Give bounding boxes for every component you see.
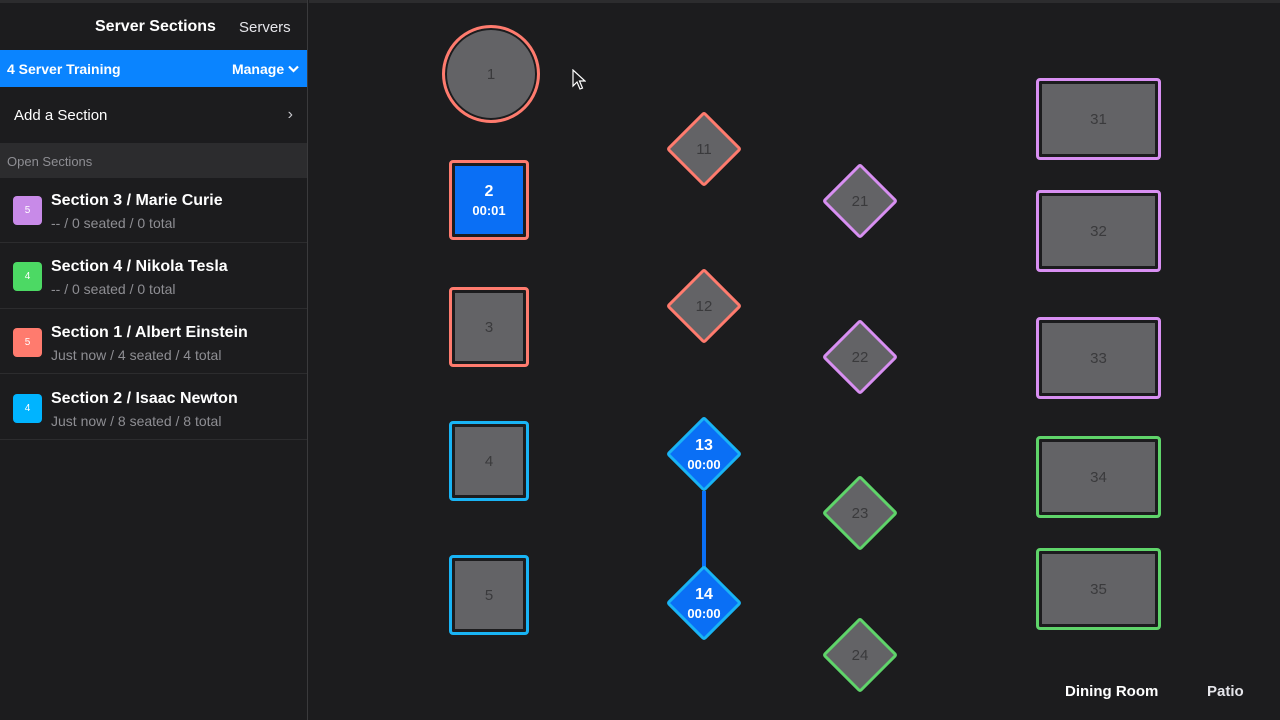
- section-row-1[interactable]: 5 Section 1 / Albert Einstein Just now /…: [0, 309, 307, 374]
- table-number: 3: [484, 318, 494, 336]
- section-status: Just now / 8 seated / 8 total: [51, 413, 222, 429]
- table-14[interactable]: 14 00:00: [665, 564, 743, 642]
- table-number: 11: [696, 140, 712, 158]
- table-2[interactable]: 2 00:01: [449, 160, 529, 240]
- section-row-3[interactable]: 5 Section 3 / Marie Curie -- / 0 seated …: [0, 178, 307, 243]
- table-32[interactable]: 32: [1036, 190, 1161, 272]
- table-number: 14: [695, 585, 713, 603]
- sidebar-title: Server Sections: [95, 18, 216, 35]
- table-timer: 00:00: [687, 456, 721, 472]
- table-3[interactable]: 3: [449, 287, 529, 367]
- add-section-label: Add a Section: [14, 107, 108, 124]
- table-number: 13: [695, 436, 713, 454]
- table-timer: 00:00: [687, 605, 721, 621]
- manage-dropdown-button[interactable]: Manage: [232, 61, 299, 77]
- section-status: -- / 0 seated / 0 total: [51, 281, 176, 297]
- tab-dining-room[interactable]: Dining Room: [1065, 683, 1158, 700]
- table-23[interactable]: 23: [821, 474, 899, 552]
- table-number: 2: [484, 182, 494, 200]
- table-21[interactable]: 21: [821, 162, 899, 240]
- table-number: 24: [851, 646, 869, 664]
- section-name: Section 1 / Albert Einstein: [51, 324, 248, 341]
- table-label: 14 00:00: [677, 576, 731, 630]
- table-33[interactable]: 33: [1036, 317, 1161, 399]
- section-name: Section 3 / Marie Curie: [51, 192, 223, 209]
- table-34[interactable]: 34: [1036, 436, 1161, 518]
- table-number: 1: [486, 65, 496, 83]
- table-24[interactable]: 24: [821, 616, 899, 694]
- section-name: Section 2 / Isaac Newton: [51, 390, 238, 407]
- table-timer: 00:01: [472, 202, 506, 218]
- table-11[interactable]: 11: [665, 110, 743, 188]
- table-31[interactable]: 31: [1036, 78, 1161, 160]
- table-number: 35: [1090, 580, 1107, 598]
- table-number: 31: [1090, 110, 1107, 128]
- servers-tab-button[interactable]: Servers: [239, 19, 291, 36]
- selected-layout-label: 4 Server Training: [7, 61, 121, 77]
- floor-plan: 1 2 00:01 3 4 5 11 12 13 00:00 14 00:00 21 …: [309, 0, 1280, 720]
- table-number: 22: [851, 348, 869, 366]
- table-1[interactable]: 1: [442, 25, 540, 123]
- section-badge: 4: [13, 262, 42, 291]
- chevron-down-icon: [288, 65, 299, 73]
- table-number: 23: [851, 504, 869, 522]
- table-number: 33: [1090, 349, 1107, 367]
- table-number: 4: [484, 452, 494, 470]
- table-5[interactable]: 5: [449, 555, 529, 635]
- table-number: 34: [1090, 468, 1107, 486]
- chevron-right-icon: ›: [287, 106, 293, 123]
- sidebar-header: Server Sections Servers: [0, 0, 307, 50]
- section-badge: 5: [13, 196, 42, 225]
- section-row-2[interactable]: 4 Section 2 / Isaac Newton Just now / 8 …: [0, 375, 307, 440]
- add-section-button[interactable]: Add a Section ›: [0, 87, 307, 143]
- selected-layout-row[interactable]: 4 Server Training Manage: [0, 50, 307, 87]
- table-4[interactable]: 4: [449, 421, 529, 501]
- table-12[interactable]: 12: [665, 267, 743, 345]
- table-number: 21: [851, 192, 869, 210]
- open-sections-header: Open Sections: [0, 143, 307, 178]
- table-number: 12: [695, 297, 713, 315]
- table-number: 32: [1090, 222, 1107, 240]
- table-22[interactable]: 22: [821, 318, 899, 396]
- section-name: Section 4 / Nikola Tesla: [51, 258, 228, 275]
- mouse-pointer-icon: [572, 69, 586, 90]
- table-label: 2 00:01: [449, 160, 529, 240]
- tab-patio[interactable]: Patio: [1207, 683, 1244, 700]
- section-badge: 5: [13, 328, 42, 357]
- section-badge: 4: [13, 394, 42, 423]
- server-sections-sidebar: Server Sections Servers 4 Server Trainin…: [0, 0, 308, 720]
- table-35[interactable]: 35: [1036, 548, 1161, 630]
- section-row-4[interactable]: 4 Section 4 / Nikola Tesla -- / 0 seated…: [0, 244, 307, 309]
- table-number: 5: [484, 586, 494, 604]
- table-label: 13 00:00: [677, 427, 731, 481]
- section-status: Just now / 4 seated / 4 total: [51, 347, 222, 363]
- open-sections-label: Open Sections: [7, 154, 93, 169]
- table-13[interactable]: 13 00:00: [665, 415, 743, 493]
- section-status: -- / 0 seated / 0 total: [51, 215, 176, 231]
- manage-label: Manage: [231, 61, 285, 77]
- table-link-line: [702, 491, 706, 569]
